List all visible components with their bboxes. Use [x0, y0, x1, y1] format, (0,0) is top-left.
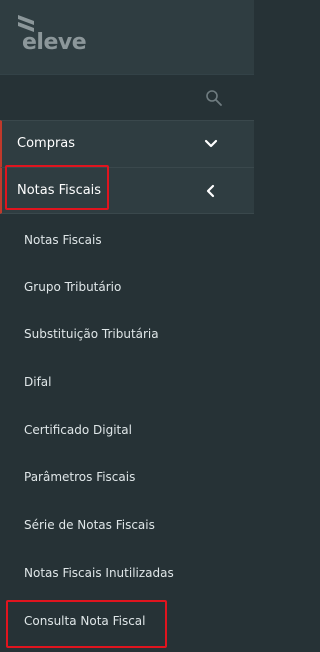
sidebar-search[interactable]	[0, 74, 254, 121]
submenu-item-label: Substituição Tributária	[24, 327, 159, 341]
submenu-item-label: Certificado Digital	[24, 423, 132, 437]
sidebar-header: eleve	[0, 0, 254, 74]
brand-name: eleve	[22, 30, 87, 55]
menu-item-notas-fiscais[interactable]: Notas Fiscais	[0, 167, 254, 214]
submenu-item-label: Notas Fiscais Inutilizadas	[24, 566, 174, 580]
submenu-item-label: Difal	[24, 375, 52, 389]
menu-item-compras[interactable]: Compras	[0, 120, 254, 167]
notas-fiscais-submenu: Notas Fiscais Grupo Tributário Substitui…	[0, 214, 254, 652]
chevron-down-icon[interactable]	[202, 135, 220, 153]
menu-item-notas-fiscais-label: Notas Fiscais	[17, 183, 102, 198]
submenu-item-certificado-digital[interactable]: Certificado Digital	[0, 410, 254, 450]
submenu-item-parametros-fiscais[interactable]: Parâmetros Fiscais	[0, 457, 254, 497]
submenu-item-serie-de-notas-fiscais[interactable]: Série de Notas Fiscais	[0, 505, 254, 545]
submenu-item-grupo-tributario[interactable]: Grupo Tributário	[0, 267, 254, 307]
search-icon[interactable]	[205, 89, 223, 107]
submenu-item-label: Notas Fiscais	[24, 233, 102, 247]
submenu-item-substituicao-tributaria[interactable]: Substituição Tributária	[0, 314, 254, 354]
menu-item-compras-label: Compras	[17, 136, 76, 151]
chevron-left-icon[interactable]	[202, 182, 220, 200]
submenu-item-label: Consulta Nota Fiscal	[24, 614, 146, 628]
submenu-item-consulta-nota-fiscal[interactable]: Consulta Nota Fiscal	[0, 601, 254, 641]
submenu-item-label: Série de Notas Fiscais	[24, 518, 155, 532]
submenu-item-difal[interactable]: Difal	[0, 362, 254, 402]
submenu-item-label: Parâmetros Fiscais	[24, 470, 136, 484]
submenu-item-notas-fiscais[interactable]: Notas Fiscais	[0, 220, 254, 260]
submenu-item-notas-fiscais-inutilizadas[interactable]: Notas Fiscais Inutilizadas	[0, 553, 254, 593]
submenu-item-label: Grupo Tributário	[24, 280, 122, 294]
